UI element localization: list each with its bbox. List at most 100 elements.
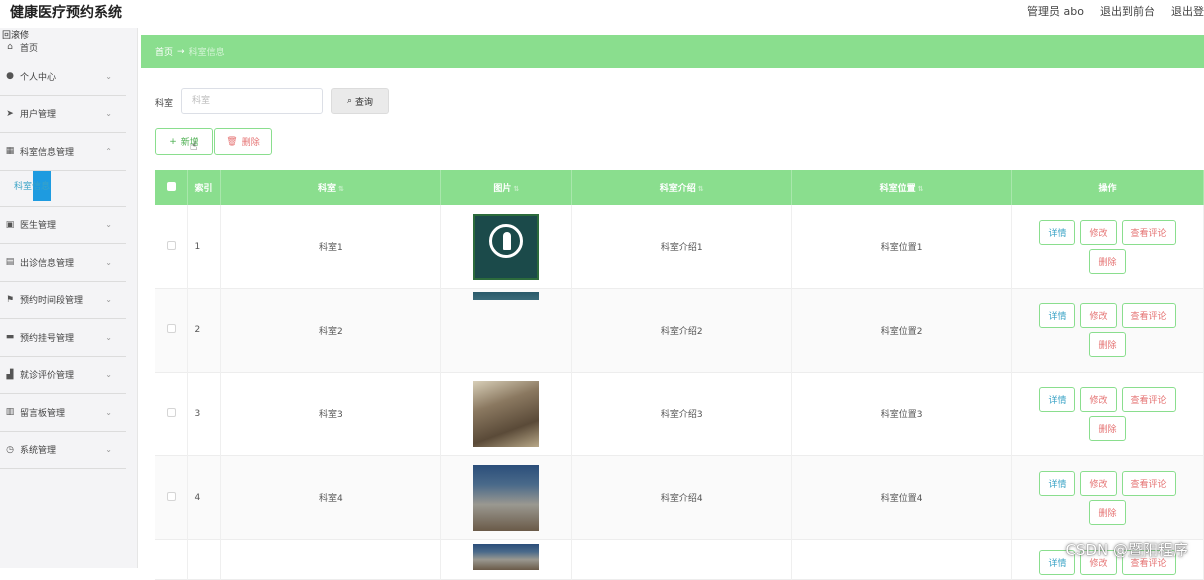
edit-button[interactable]: 修改 [1080, 220, 1116, 245]
col-intro[interactable]: 科室介绍⇅ [572, 170, 792, 205]
sidebar-item-system-management[interactable]: ◷ 系统管理 ⌄ [0, 432, 126, 470]
search-label: 科室 [155, 96, 173, 109]
col-location[interactable]: 科室位置⇅ [792, 170, 1012, 205]
action-group: 详情 修改 查看评论 删除 [1023, 220, 1193, 274]
edit-button[interactable]: 修改 [1080, 387, 1116, 412]
sidebar-item-label: 就诊评价管理 [20, 368, 74, 381]
row-delete-button[interactable]: 删除 [1089, 500, 1125, 525]
row-checkbox[interactable] [167, 408, 176, 417]
row-actions: 详情 修改 查看评论 删除 [1012, 372, 1204, 456]
sidebar-item-message-board-management[interactable]: ▥ 留言板管理 ⌄ [0, 394, 126, 432]
sidebar-item-home[interactable]: ⌂ 首页 [0, 36, 126, 58]
row-checkbox[interactable] [167, 492, 176, 501]
row-image-cell [441, 456, 572, 540]
sidebar-item-time-slot-management[interactable]: ⚑ 预约时间段管理 ⌄ [0, 282, 126, 320]
detail-button[interactable]: 详情 [1039, 471, 1075, 496]
breadcrumb-home[interactable]: 首页 [155, 45, 173, 58]
row-intro: 科室介绍1 [572, 205, 792, 289]
row-checkbox-cell [155, 372, 188, 456]
dept-image[interactable] [473, 381, 539, 447]
chevron-down-icon: ⌄ [105, 445, 112, 454]
query-button[interactable]: ⌕ 查询 [331, 88, 389, 114]
action-group: 详情 修改 查看评论 删除 [1023, 303, 1193, 357]
table-row: 4 科室4 科室介绍4 科室位置4 详情 修改 查看评论 删除 [155, 456, 1204, 540]
row-delete-button[interactable]: 删除 [1089, 249, 1125, 274]
row-delete-button[interactable]: 删除 [1089, 416, 1125, 441]
edit-button[interactable]: 修改 [1080, 471, 1116, 496]
sidebar-item-personal-center[interactable]: ● 个人中心 ⌄ [0, 58, 126, 96]
dept-search-input[interactable] [181, 88, 323, 114]
col-actions-label: 操作 [1098, 184, 1116, 194]
row-intro: 科室介绍4 [572, 456, 792, 540]
row-checkbox-cell [155, 205, 188, 289]
dept-image[interactable] [473, 544, 539, 570]
sidebar-item-doctor-management[interactable]: ▣ 医生管理 ⌄ [0, 207, 126, 245]
chevron-down-icon: ⌄ [105, 109, 112, 118]
sidebar-menu: ⌂ 首页 ● 个人中心 ⌄ ➤ 用户管理 ⌄ ▦ 科室信息管理 ⌃ 科室信息 ▣… [0, 36, 126, 469]
sidebar-item-visit-info-management[interactable]: ▤ 出诊信息管理 ⌄ [0, 244, 126, 282]
dept-image[interactable] [473, 465, 539, 531]
view-reviews-button[interactable]: 查看评论 [1122, 220, 1176, 245]
chevron-down-icon: ⌄ [105, 258, 112, 267]
row-intro-cell [572, 539, 792, 579]
row-location: 科室位置2 [792, 289, 1012, 373]
table-row: 3 科室3 科室介绍3 科室位置3 详情 修改 查看评论 删除 [155, 372, 1204, 456]
detail-button[interactable]: 详情 [1039, 220, 1075, 245]
col-image[interactable]: 图片⇅ [441, 170, 572, 205]
sidebar-submenu: 科室信息 [0, 171, 126, 207]
home-icon: ⌂ [4, 42, 16, 52]
app-title: 健康医疗预约系统 [10, 2, 122, 22]
detail-button[interactable]: 详情 [1039, 387, 1075, 412]
row-intro: 科室介绍3 [572, 372, 792, 456]
add-button[interactable]: + 新增 [155, 128, 213, 155]
view-reviews-button[interactable]: 查看评论 [1122, 471, 1176, 496]
row-checkbox[interactable] [167, 241, 176, 250]
table-header: 索引 科室⇅ 图片⇅ 科室介绍⇅ 科室位置⇅ 操作 [155, 170, 1204, 205]
row-index-cell [188, 539, 221, 579]
row-checkbox-cell [155, 289, 188, 373]
table-row-partial: 详情 修改 查看评论 [155, 539, 1204, 579]
edit-button[interactable]: 修改 [1080, 303, 1116, 328]
send-icon: ➤ [4, 109, 16, 119]
sort-icon: ⇅ [918, 185, 924, 193]
view-reviews-button[interactable]: 查看评论 [1122, 387, 1176, 412]
dept-image[interactable] [473, 214, 539, 280]
col-actions: 操作 [1012, 170, 1204, 205]
sidebar-item-label: 预约时间段管理 [20, 293, 83, 306]
row-image-cell [441, 539, 572, 579]
exit-to-front-link[interactable]: 退出到前台 [1100, 3, 1155, 19]
admin-label: 管理员 abo [1027, 3, 1084, 19]
dept-image[interactable] [473, 292, 539, 300]
delete-button[interactable]: 🗑 删除 [214, 128, 272, 155]
col-location-label: 科室位置 [880, 184, 916, 194]
row-location: 科室位置1 [792, 205, 1012, 289]
top-right-links: 管理员 abo 退出到前台 退出登 [1027, 3, 1204, 19]
col-image-label: 图片 [493, 184, 511, 194]
row-image-cell [441, 372, 572, 456]
chevron-down-icon: ⌄ [105, 408, 112, 417]
row-index: 3 [188, 372, 221, 456]
row-location-cell [792, 539, 1012, 579]
view-reviews-button[interactable]: 查看评论 [1122, 303, 1176, 328]
sidebar-item-label: 个人中心 [20, 70, 56, 83]
detail-button[interactable]: 详情 [1039, 303, 1075, 328]
sidebar-item-evaluation-management[interactable]: ▟ 就诊评价管理 ⌄ [0, 357, 126, 395]
clock-icon: ◷ [4, 445, 16, 455]
table-row: 2 科室2 科室介绍2 科室位置2 详情 修改 查看评论 删除 [155, 289, 1204, 373]
logout-link[interactable]: 退出登 [1171, 3, 1204, 19]
select-all-cell [155, 170, 188, 205]
row-dept-cell [221, 539, 441, 579]
select-all-checkbox[interactable] [167, 182, 176, 191]
col-dept[interactable]: 科室⇅ [221, 170, 441, 205]
sidebar-item-label: 系统管理 [20, 443, 56, 456]
sidebar-item-registration-management[interactable]: ▬ 预约挂号管理 ⌄ [0, 319, 126, 357]
sidebar-item-user-management[interactable]: ➤ 用户管理 ⌄ [0, 96, 126, 134]
row-delete-button[interactable]: 删除 [1089, 332, 1125, 357]
sidebar-item-label: 科室信息管理 [20, 145, 74, 158]
sidebar-subitem-dept-info[interactable]: 科室信息 [14, 171, 50, 201]
row-location: 科室位置4 [792, 456, 1012, 540]
row-checkbox[interactable] [167, 324, 176, 333]
row-dept: 科室1 [221, 205, 441, 289]
breadcrumb-current: 科室信息 [189, 45, 225, 58]
sidebar-item-dept-info-management[interactable]: ▦ 科室信息管理 ⌃ [0, 133, 126, 171]
